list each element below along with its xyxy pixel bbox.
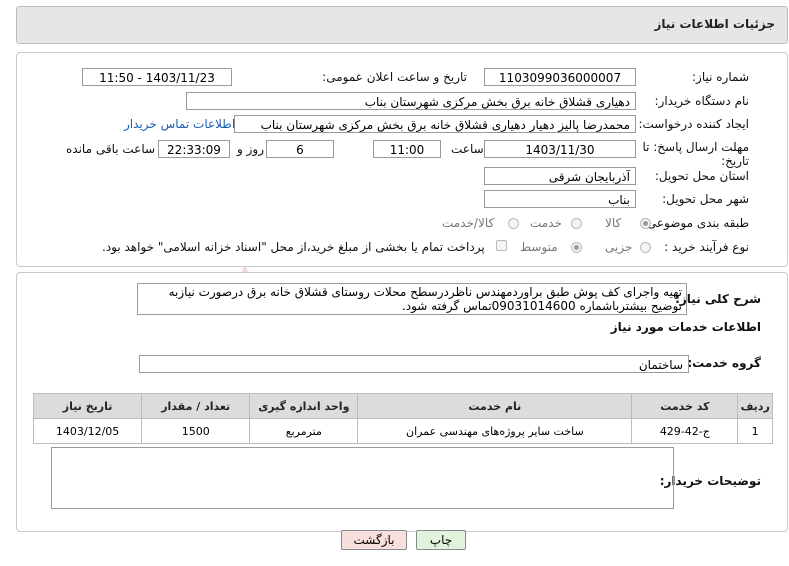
buyer-contact-link[interactable]: اطلاعات تماس خریدار (124, 117, 235, 131)
deadline-label: مهلت ارسال پاسخ: تا تاریخ: (642, 140, 749, 168)
cell-need-date: 1403/12/05 (32, 418, 143, 444)
cell-service-name: ساخت سایر پروژه‌های مهندسی عمران (357, 418, 633, 444)
need-number-label: شماره نیاز: (692, 70, 749, 84)
table-row: 1 ج-42-429 ساخت سایر پروژه‌های مهندسی عم… (32, 418, 773, 444)
col-need-date: تاریخ نیاز (32, 393, 143, 419)
col-unit: واحد اندازه گیری (249, 393, 359, 419)
col-service-code: کد خدمت (631, 393, 739, 419)
col-row-number: ردیف (737, 393, 773, 419)
announce-date-field: 1403/11/23 - 11:50 (82, 68, 232, 86)
treasury-note: پرداخت تمام یا بخشی از مبلغ خرید،از محل … (102, 240, 485, 254)
cell-row-number: 1 (737, 418, 773, 444)
city-label: شهر محل تحویل: (662, 192, 749, 206)
process-radio-minor[interactable] (640, 242, 651, 253)
col-service-name: نام خدمت (357, 393, 633, 419)
summary-textarea[interactable]: تهیه واجرای کف پوش طبق براوردمهندس ناظرد… (137, 283, 687, 315)
deadline-time-label: ساعت (451, 142, 484, 156)
process-option-minor: جزیی (605, 240, 633, 254)
summary-label: شرح کلی نیاز: (675, 292, 761, 306)
category-option-service: خدمت (530, 216, 562, 230)
col-quantity: تعداد / مقدار (141, 393, 251, 419)
service-group-field: ساختمان (139, 355, 689, 373)
buyer-notes-textarea[interactable] (51, 447, 674, 509)
services-table-header: ردیف کد خدمت نام خدمت واحد اندازه گیری ت… (32, 393, 773, 419)
buyer-org-label: نام دستگاه خریدار: (654, 94, 750, 108)
city-field: بناب (484, 190, 636, 208)
need-number-field: 1103099036000007 (484, 68, 636, 86)
category-radio-goods[interactable] (640, 218, 651, 229)
process-type-label: نوع فرآیند خرید : (664, 240, 749, 254)
print-button[interactable]: چاپ (416, 530, 466, 550)
province-label: استان محل تحویل: (654, 169, 749, 183)
cell-quantity: 1500 (141, 418, 251, 444)
services-section-title: اطلاعات خدمات مورد نیاز (610, 320, 761, 334)
category-label: طبقه بندی موضوعی: (642, 216, 749, 230)
deadline-time-field: 11:00 (373, 140, 441, 158)
announce-date-label: تاریخ و ساعت اعلان عمومی: (322, 70, 467, 84)
creator-field: محمدرضا پالیز دهیار دهیاری قشلاق خانه بر… (234, 115, 636, 133)
page-header: جزئیات اطلاعات نیاز (16, 6, 788, 44)
category-radio-goods-service[interactable] (508, 218, 519, 229)
cell-service-code: ج-42-429 (631, 418, 739, 444)
service-group-label: گروه خدمت: (687, 356, 761, 370)
page-title: جزئیات اطلاعات نیاز (654, 17, 775, 31)
back-button[interactable]: بازگشت (341, 530, 407, 550)
buyer-org-field: دهیاری قشلاق خانه برق بخش مرکزی شهرستان … (186, 92, 636, 110)
remaining-time-field: 22:33:09 (158, 140, 230, 158)
process-radio-medium[interactable] (571, 242, 582, 253)
creator-label: ایجاد کننده درخواست: (638, 117, 749, 131)
remaining-time-label: ساعت باقی مانده (66, 142, 156, 156)
days-label: روز و (237, 142, 264, 156)
process-option-medium: متوسط (520, 240, 558, 254)
deadline-date-field: 1403/11/30 (484, 140, 636, 158)
province-field: آذربایجان شرقی (484, 167, 636, 185)
buyer-notes-label: توضیحات خریدار: (659, 474, 761, 488)
services-table: ردیف کد خدمت نام خدمت واحد اندازه گیری ت… (32, 393, 773, 444)
days-remaining-field: 6 (266, 140, 334, 158)
treasury-checkbox[interactable] (496, 240, 507, 251)
category-radio-service[interactable] (571, 218, 582, 229)
cell-unit: مترمربع (249, 418, 359, 444)
category-option-goods-service: کالا/خدمت (442, 216, 495, 230)
category-option-goods: کالا (605, 216, 622, 230)
